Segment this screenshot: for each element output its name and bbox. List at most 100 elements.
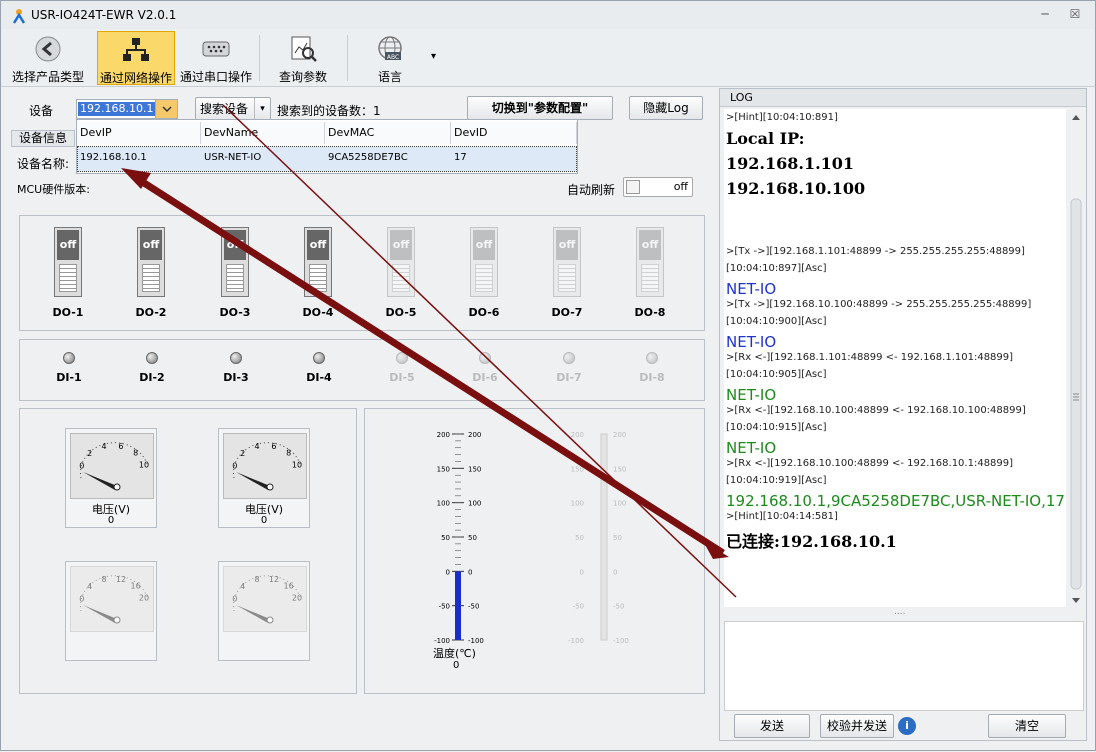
gauge-face: 0 2 4 6 8 10 <box>223 433 307 499</box>
chevron-down-icon[interactable]: ▾ <box>254 98 270 120</box>
svg-text:-50: -50 <box>468 603 479 611</box>
clear-button[interactable]: 清空 <box>988 714 1066 738</box>
device-ip-combo[interactable]: 192.168.10.1 <box>76 99 178 119</box>
output-switch-6: off <box>470 227 498 297</box>
title-bar: USR-IO424T-EWR V2.0.1 ─ ☒ <box>1 1 1095 29</box>
log-output[interactable]: >[Hint][10:04:10:891] Local IP: 192.168.1.… <box>724 109 1066 607</box>
close-button[interactable]: ☒ <box>1065 7 1085 23</box>
svg-text:20: 20 <box>292 594 302 603</box>
toolbar-label: 语言 <box>377 70 402 84</box>
svg-text:4: 4 <box>240 582 245 591</box>
minimize-button[interactable]: ─ <box>1035 7 1055 23</box>
svg-text:8: 8 <box>102 575 107 584</box>
switch-state: off <box>307 230 329 260</box>
row-devid: 17 <box>454 152 467 163</box>
language-dropdown-arrow[interactable]: ▾ <box>431 51 436 62</box>
svg-text:4: 4 <box>87 582 92 591</box>
svg-text:8: 8 <box>255 575 260 584</box>
log-line: [10:04:10:900][Asc] <box>726 316 827 327</box>
toolbar-language-button[interactable]: ABC 语言 <box>357 31 423 85</box>
auto-refresh-toggle[interactable]: off <box>623 177 693 197</box>
svg-text:8: 8 <box>286 449 291 458</box>
switch-state: off <box>140 230 162 260</box>
output-label: DO-3 <box>219 306 251 319</box>
log-line: Local IP: <box>726 129 805 148</box>
switch-lever <box>309 264 327 292</box>
log-splitter[interactable]: .... <box>894 607 905 617</box>
input-led-6 <box>479 352 491 364</box>
chevron-down-icon[interactable] <box>155 100 177 118</box>
log-line: [10:04:10:919][Asc] <box>726 475 827 486</box>
log-line: NET-IO <box>726 280 777 298</box>
toolbar-select-product-button[interactable]: 选择产品类型 <box>7 31 89 85</box>
log-line: 已连接:192.168.10.1 <box>726 532 897 551</box>
output-switch-2[interactable]: off <box>137 227 165 297</box>
column-header-devname[interactable]: DevName <box>201 122 325 144</box>
verify-send-button[interactable]: 校验并发送 <box>820 714 894 738</box>
log-line: NET-IO <box>726 439 777 457</box>
output-switch-3[interactable]: off <box>221 227 249 297</box>
svg-text:150: 150 <box>571 465 584 473</box>
device-list-row[interactable] <box>77 146 577 172</box>
network-icon <box>123 38 149 61</box>
output-switch-4[interactable]: off <box>304 227 332 297</box>
svg-text:0: 0 <box>232 594 237 603</box>
send-button[interactable]: 发送 <box>734 714 810 738</box>
svg-text:10: 10 <box>139 461 149 470</box>
output-label: DO-7 <box>551 306 583 319</box>
log-line: >[Rx <-][192.168.10.100:48899 <- 192.168… <box>726 458 1014 469</box>
column-header-devip[interactable]: DevIP <box>77 122 201 144</box>
temperature-label: 温度(℃) <box>433 647 476 660</box>
app-window: USR-IO424T-EWR V2.0.1 ─ ☒ 选择产品类型 通过网络操作 … <box>0 0 1096 751</box>
svg-text:ABC: ABC <box>387 54 399 61</box>
input-led-4 <box>313 352 325 364</box>
log-line: [10:04:10:905][Asc] <box>726 369 827 380</box>
output-switch-1[interactable]: off <box>54 227 82 297</box>
toolbar-network-button[interactable]: 通过网络操作 <box>97 31 175 85</box>
svg-text:-100: -100 <box>434 637 450 645</box>
svg-text:16: 16 <box>284 582 294 591</box>
input-label: DI-2 <box>139 371 165 384</box>
input-led-8 <box>646 352 658 364</box>
hide-log-button[interactable]: 隐藏Log <box>629 96 703 120</box>
svg-text:10: 10 <box>292 461 302 470</box>
log-scrollbar[interactable] <box>1068 109 1084 607</box>
toolbar-query-params-button[interactable]: 查询参数 <box>267 31 339 85</box>
svg-text:100: 100 <box>571 500 584 508</box>
input-label: DI-5 <box>389 371 415 384</box>
column-header-devmac[interactable]: DevMAC <box>325 122 451 144</box>
toolbar-label: 通过网络操作 <box>99 71 172 85</box>
auto-refresh-label: 自动刷新 <box>567 183 616 197</box>
svg-text:16: 16 <box>131 582 141 591</box>
svg-text:2: 2 <box>240 449 245 458</box>
output-label: DO-6 <box>468 306 500 319</box>
toolbar-serial-button[interactable]: 通过串口操作 <box>179 31 253 85</box>
mcu-version-label: MCU硬件版本: <box>17 183 90 196</box>
svg-text:0: 0 <box>446 568 450 576</box>
output-switch-5: off <box>387 227 415 297</box>
toolbar-label: 选择产品类型 <box>11 70 84 84</box>
svg-text:200: 200 <box>468 431 481 439</box>
log-line: NET-IO <box>726 386 777 404</box>
svg-text:100: 100 <box>613 500 626 508</box>
send-input[interactable] <box>724 621 1084 711</box>
log-line: NET-IO <box>726 333 777 351</box>
switch-to-config-button[interactable]: 切换到"参数配置" <box>467 96 613 120</box>
switch-lever <box>59 264 77 292</box>
svg-text:6: 6 <box>118 442 123 451</box>
output-label: DO-8 <box>634 306 666 319</box>
log-header: LOG <box>720 89 1086 107</box>
svg-text:0: 0 <box>580 568 584 576</box>
switch-state: off <box>473 230 495 260</box>
voltage-gauge-4: 0 4 8 12 16 20 <box>218 561 310 661</box>
search-device-button[interactable]: 搜索设备 ▾ <box>195 97 271 121</box>
log-line: >[Hint][10:04:10:891] <box>726 112 838 123</box>
svg-text:-100: -100 <box>613 637 629 645</box>
svg-text:150: 150 <box>437 465 450 473</box>
tab-device-info[interactable]: 设备信息 <box>11 130 75 147</box>
column-header-devid[interactable]: DevID <box>451 122 577 144</box>
info-icon[interactable]: i <box>898 717 916 735</box>
switch-lever <box>475 264 493 292</box>
svg-text:150: 150 <box>613 465 626 473</box>
gauge-face: 0 2 4 6 8 10 <box>70 433 154 499</box>
